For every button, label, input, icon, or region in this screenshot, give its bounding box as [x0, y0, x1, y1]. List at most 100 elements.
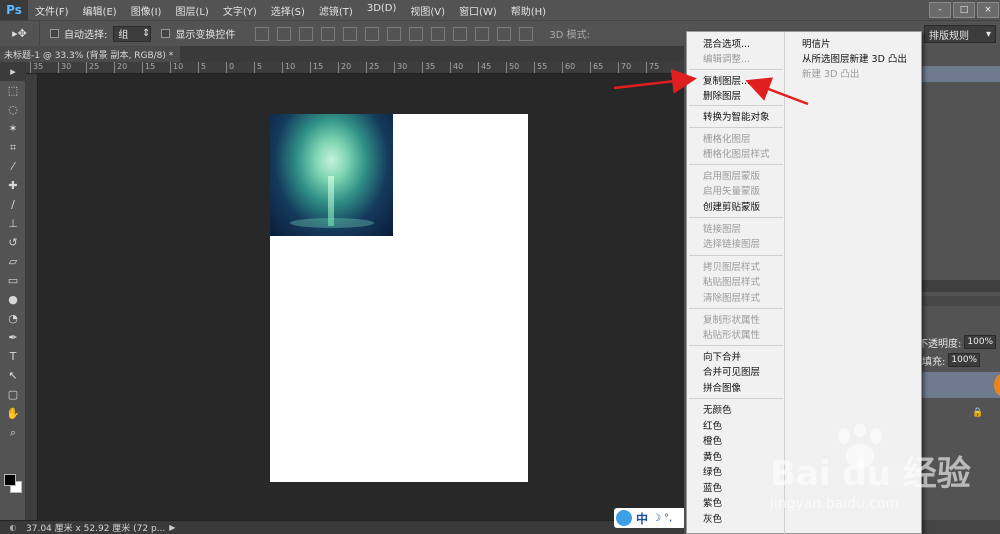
ime-moon-icon[interactable]: ☽ — [652, 513, 661, 524]
workspace-dropdown[interactable]: 排版规则 ▾ — [924, 25, 996, 43]
blur-tool-icon[interactable]: ● — [0, 290, 26, 309]
shape-tool-icon[interactable]: ▢ — [0, 385, 26, 404]
document-canvas[interactable] — [270, 114, 528, 482]
context-menu-item[interactable]: 红色 — [703, 421, 722, 433]
context-menu-item[interactable]: 蓝色 — [703, 483, 722, 495]
eraser-tool-icon[interactable]: ▱ — [0, 252, 26, 271]
foreground-color-swatch[interactable] — [4, 474, 16, 486]
context-menu-item[interactable]: 明信片 — [802, 39, 831, 51]
context-menu-item[interactable]: 拼合图像 — [703, 383, 741, 395]
menu-item[interactable]: 帮助(H) — [504, 3, 553, 18]
crop-tool-icon[interactable]: ⌗ — [0, 138, 26, 157]
context-menu-item[interactable]: 混合选项... — [703, 39, 750, 51]
distribute-top-icon[interactable] — [387, 26, 402, 41]
status-menu-arrow[interactable]: ▶ — [169, 523, 175, 532]
history-brush-tool-icon[interactable]: ↺ — [0, 233, 26, 252]
distribute-hcenter-icon[interactable] — [475, 26, 490, 41]
align-hcenter-icon[interactable] — [343, 26, 358, 41]
ime-toolbar[interactable]: 中 ☽ °, — [614, 508, 686, 528]
marquee-tool-icon[interactable]: ⬚ — [0, 81, 26, 100]
align-top-icon[interactable] — [255, 26, 270, 41]
dodge-tool-icon[interactable]: ◔ — [0, 309, 26, 328]
align-left-icon[interactable] — [321, 26, 336, 41]
lasso-tool-icon[interactable]: ◌ — [0, 100, 26, 119]
menu-item[interactable]: 选择(S) — [264, 3, 312, 18]
hand-tool-icon[interactable]: ✋ — [0, 404, 26, 423]
menu-item[interactable]: 视图(V) — [403, 3, 452, 18]
opacity-input[interactable]: 100% — [964, 335, 997, 349]
document-tab-title: 未标题-1 @ 33.3% (背景 副本, RGB/8) * — [4, 50, 174, 61]
close-tab-icon[interactable]: × — [179, 49, 180, 59]
menu-separator — [689, 398, 783, 399]
menu-item[interactable]: 滤镜(T) — [312, 3, 360, 18]
show-transform-checkbox[interactable] — [161, 29, 171, 38]
stamp-tool-icon[interactable]: ⊥ — [0, 214, 26, 233]
align-bottom-icon[interactable] — [299, 26, 314, 41]
ruler-tick-label: 15 — [142, 62, 155, 73]
auto-align-icon[interactable] — [519, 26, 534, 41]
path-select-tool-icon[interactable]: ↖ — [0, 366, 26, 385]
document-tab[interactable]: 未标题-1 @ 33.3% (背景 副本, RGB/8) * × — [0, 46, 180, 62]
panel-toolbar — [920, 280, 1000, 292]
window-controls: - □ × — [928, 0, 1000, 20]
menu-item[interactable]: 图像(I) — [124, 3, 169, 18]
context-menu-item[interactable]: 合并可见图层 — [703, 367, 760, 379]
distribute-vcenter-icon[interactable] — [409, 26, 424, 41]
context-menu-item[interactable]: 创建剪贴蒙版 — [703, 202, 760, 214]
ruler-tick-label: 75 — [646, 62, 659, 73]
context-menu-item[interactable]: 复制图层... — [703, 76, 750, 88]
auto-select-checkbox[interactable] — [50, 29, 59, 38]
ime-language-indicator[interactable]: 中 — [636, 510, 648, 527]
watermark-brand-text: Bai du 经验 — [770, 454, 971, 494]
context-menu-item[interactable]: 紫色 — [703, 498, 722, 510]
watermark-url-text: jingyan.baidu.com — [770, 496, 900, 512]
pen-tool-icon[interactable]: ✒ — [0, 328, 26, 347]
context-menu-item[interactable]: 从所选图层新建 3D 凸出 — [802, 54, 907, 66]
context-menu-item[interactable]: 绿色 — [703, 467, 722, 479]
menu-item[interactable]: 文字(Y) — [216, 3, 264, 18]
brush-tool-icon[interactable]: ∕ — [0, 195, 26, 214]
fill-input[interactable]: 100% — [948, 353, 981, 367]
vertical-ruler[interactable] — [26, 74, 38, 520]
selected-layer-row[interactable] — [918, 372, 1000, 398]
menu-item[interactable]: 编辑(E) — [76, 3, 124, 18]
distribute-right-icon[interactable] — [497, 26, 512, 41]
tree-ground-glow — [290, 218, 374, 228]
context-menu-item[interactable]: 向下合并 — [703, 352, 741, 364]
type-tool-icon[interactable]: T — [0, 347, 26, 366]
auto-select-dropdown[interactable]: 组 ⇕ — [113, 25, 152, 42]
context-menu-item[interactable]: 删除图层 — [703, 91, 741, 103]
context-menu-item[interactable]: 灰色 — [703, 514, 722, 526]
move-tool-preset-icon[interactable]: ▸✥ — [0, 20, 40, 47]
context-menu-item[interactable]: 黄色 — [703, 452, 722, 464]
maximize-button[interactable]: □ — [953, 2, 975, 18]
magic-wand-tool-icon[interactable]: ✶ — [0, 119, 26, 138]
tree-image-layer[interactable] — [270, 114, 393, 236]
context-menu-item: 粘贴形状属性 — [703, 330, 761, 341]
move-tool-icon[interactable]: ▸ — [0, 62, 26, 81]
horizontal-ruler[interactable]: 35 30 25 20 15 10 5 0 5 10 15 20 25 30 35 40 45 50 55 60 65 7… — [26, 62, 684, 74]
zoom-tool-icon[interactable]: ⌕ — [0, 423, 26, 442]
menu-item[interactable]: 3D(D) — [360, 3, 404, 18]
menu-item[interactable]: 图层(L) — [168, 3, 215, 18]
align-right-icon[interactable] — [365, 26, 380, 41]
canvas-area[interactable] — [38, 74, 684, 520]
menu-item[interactable]: 文件(F) — [28, 3, 76, 18]
context-menu-item[interactable]: 橙色 — [703, 436, 722, 448]
eyedropper-tool-icon[interactable]: ⁄ — [0, 157, 26, 176]
color-swatches[interactable] — [4, 474, 24, 496]
distribute-left-icon[interactable] — [453, 26, 468, 41]
align-vcenter-icon[interactable] — [277, 26, 292, 41]
menu-separator — [689, 345, 783, 346]
gradient-tool-icon[interactable]: ▭ — [0, 271, 26, 290]
context-menu-item[interactable]: 转换为智能对象 — [703, 112, 770, 124]
zoom-level-icon[interactable]: ◐ — [0, 523, 26, 532]
distribute-bottom-icon[interactable] — [431, 26, 446, 41]
context-menu-item[interactable]: 无颜色 — [703, 405, 732, 417]
menu-item[interactable]: 窗口(W) — [452, 3, 504, 18]
healing-tool-icon[interactable]: ✚ — [0, 176, 26, 195]
menu-separator — [689, 308, 783, 309]
minimize-button[interactable]: - — [929, 2, 951, 18]
close-button[interactable]: × — [977, 2, 999, 18]
ime-punctuation-icon[interactable]: °, — [664, 513, 672, 524]
